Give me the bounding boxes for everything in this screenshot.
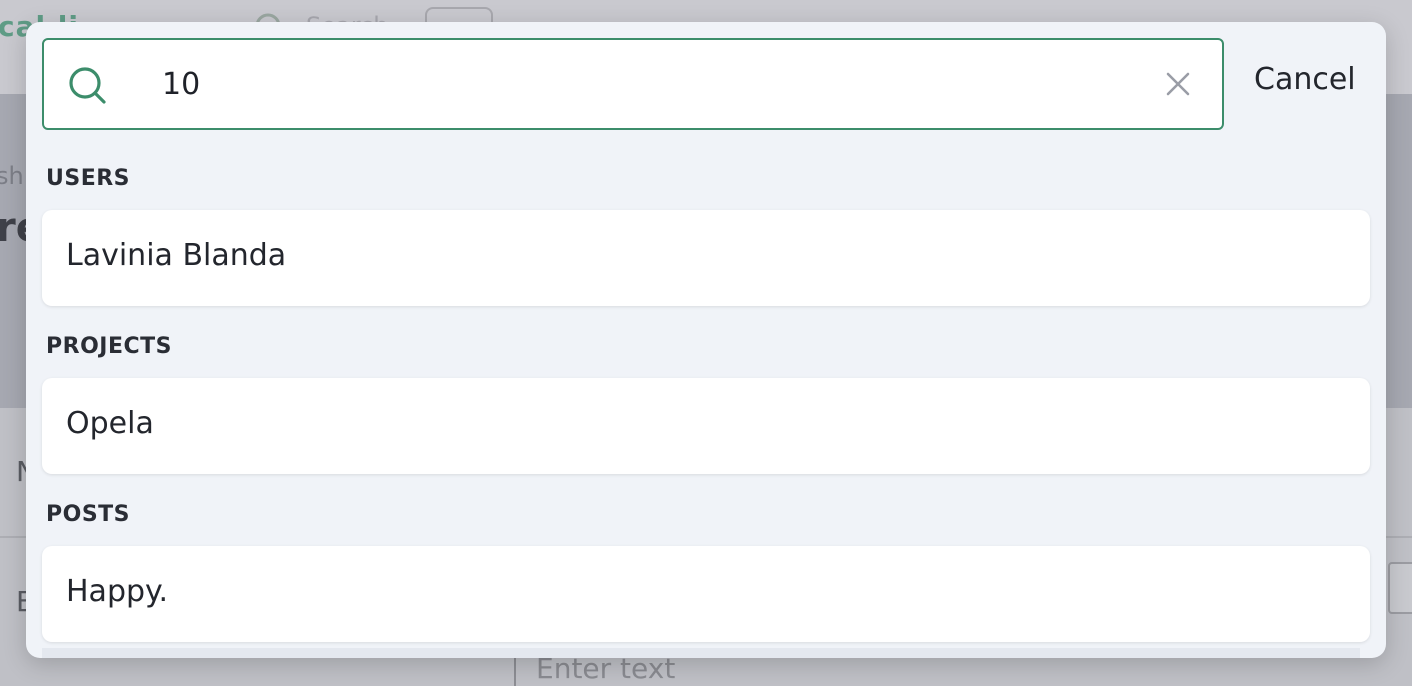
section-label-projects: PROJECTS: [46, 334, 172, 359]
search-input[interactable]: [162, 58, 1122, 110]
result-item-user[interactable]: Lavinia Blanda: [42, 210, 1370, 306]
result-item-label: Lavinia Blanda: [66, 238, 287, 273]
section-label-users: USERS: [46, 166, 131, 191]
result-item-label: Happy.: [66, 574, 169, 609]
search-box: [42, 38, 1224, 130]
result-item-label: Opela: [66, 406, 154, 441]
next-result-peek: [42, 648, 1360, 658]
search-icon: [69, 67, 106, 104]
section-label-posts: POSTS: [46, 502, 131, 527]
result-item-post[interactable]: Happy.: [42, 546, 1370, 642]
cancel-button[interactable]: Cancel: [1254, 62, 1356, 97]
close-icon[interactable]: [1162, 68, 1194, 100]
background-toolbar-button: [1388, 562, 1412, 614]
search-modal: Cancel USERS Lavinia Blanda PROJECTS Ope…: [26, 22, 1386, 658]
result-item-project[interactable]: Opela: [42, 378, 1370, 474]
